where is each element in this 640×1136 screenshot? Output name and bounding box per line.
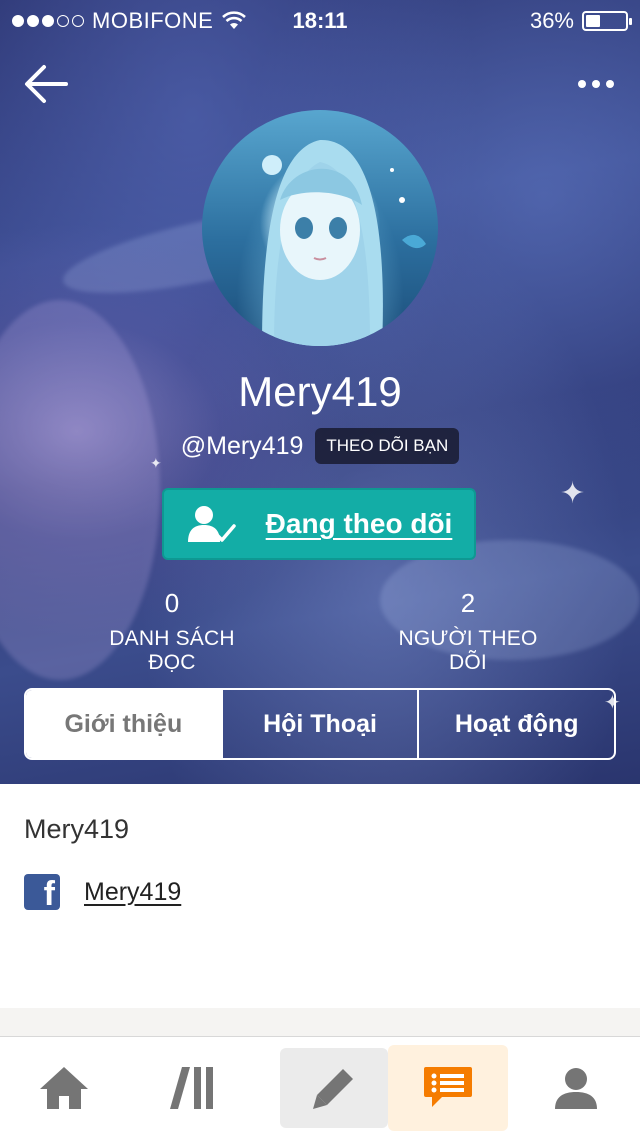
arrow-left-icon: [25, 65, 68, 103]
divider: [0, 1008, 640, 1038]
nav-profile[interactable]: [516, 1045, 636, 1131]
nav-write[interactable]: [280, 1048, 388, 1128]
nav-library[interactable]: [132, 1045, 252, 1131]
stat-label: DANH SÁCH ĐỌC: [109, 627, 235, 674]
handle-row: @Mery419 THEO DÕI BẠN: [0, 428, 640, 464]
battery-level: [586, 15, 600, 27]
followers-stat[interactable]: 2 NGƯỜI THEO DÕI: [380, 588, 556, 675]
avatar[interactable]: [202, 110, 438, 346]
battery-icon: [582, 11, 632, 31]
bottom-navigation: [0, 1036, 640, 1136]
profile-display-name: Mery419: [238, 368, 402, 415]
user-check-icon: [187, 506, 236, 542]
facebook-icon: f: [24, 874, 60, 910]
more-dots-icon: [606, 80, 614, 88]
following-button[interactable]: Đang theo dõi: [162, 488, 476, 560]
stat-value: 0: [164, 588, 180, 618]
reading-lists-stat[interactable]: 0 DANH SÁCH ĐỌC: [88, 588, 256, 675]
follows-you-badge: THEO DÕI BẠN: [315, 428, 460, 464]
home-icon: [40, 1067, 88, 1109]
battery-percent: 36%: [529, 8, 574, 33]
more-options-button[interactable]: [574, 70, 618, 98]
avatar-image: [262, 139, 426, 346]
more-dots-icon: [592, 80, 600, 88]
tab-conversations[interactable]: Hội Thoại: [220, 690, 418, 758]
stat-value: 2: [460, 588, 476, 618]
profile-icon: [555, 1068, 597, 1109]
messages-icon: [424, 1067, 472, 1107]
stat-label: NGƯỜI THEO DÕI: [398, 627, 538, 674]
facebook-row: f Mery419: [24, 874, 181, 910]
tab-about[interactable]: Giới thiệu: [26, 690, 221, 758]
profile-handle: @Mery419: [180, 431, 304, 460]
sparkle-icon: ✦: [560, 477, 586, 510]
about-description: Mery419: [24, 814, 130, 844]
tab-activity[interactable]: Hoạt động: [417, 690, 614, 758]
facebook-link[interactable]: Mery419: [84, 878, 181, 907]
following-button-label: Đang theo dõi: [265, 508, 453, 539]
nav-messages[interactable]: [388, 1045, 508, 1131]
nav-home[interactable]: [4, 1045, 124, 1131]
pencil-icon: [313, 1069, 353, 1109]
status-bar: MOBIFONE 18:11 36%: [0, 0, 640, 40]
back-button[interactable]: [22, 62, 70, 106]
library-icon: [170, 1067, 213, 1109]
profile-tabs: Giới thiệu Hội Thoại Hoạt động: [24, 688, 616, 760]
more-dots-icon: [578, 80, 586, 88]
